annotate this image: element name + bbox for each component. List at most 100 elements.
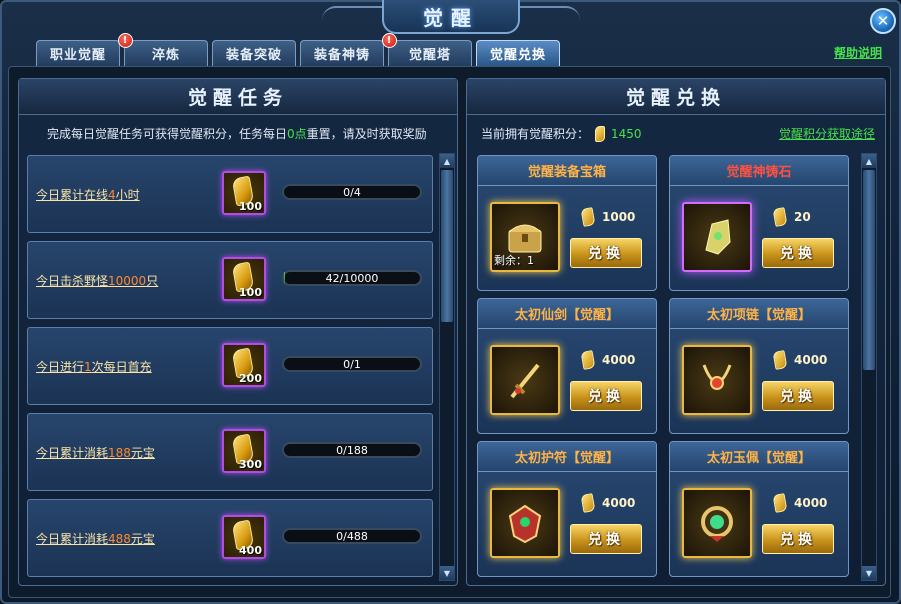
exchange-panel-title: 觉醒兑换 <box>467 79 885 115</box>
progress-bar: 0/4 <box>282 184 422 200</box>
points-source-link[interactable]: 觉醒积分获取途径 <box>779 125 875 142</box>
task-row: 今日击杀野怪10000只 100 42/10000 <box>27 241 433 319</box>
exchange-card: 太初玉佩【觉醒】 4000 兑换 <box>669 441 849 577</box>
exchange-button[interactable]: 兑换 <box>570 524 642 554</box>
task-text: 今日累计消耗 <box>36 446 109 460</box>
progress-bar: 0/1 <box>282 356 422 372</box>
amulet-icon <box>508 504 542 544</box>
item-slot[interactable]: 剩余：1 <box>490 202 560 272</box>
task-link[interactable]: 今日进行1次每日首充 <box>36 358 152 375</box>
help-link[interactable]: 帮助说明 <box>834 44 882 61</box>
task-text: 今日击杀野怪 <box>36 274 109 288</box>
awakening-point-icon <box>772 493 788 513</box>
tab-label: 觉醒塔 <box>408 48 451 63</box>
item-slot[interactable] <box>682 488 752 558</box>
cost-value: 4000 <box>794 353 828 367</box>
task-highlight: 4 <box>108 188 116 202</box>
cost-value: 1000 <box>602 210 636 224</box>
exchange-button[interactable]: 兑换 <box>762 524 834 554</box>
task-text: 今日累计在线 <box>36 188 109 202</box>
points-label: 当前拥有觉醒积分： <box>481 127 590 141</box>
task-text: 只 <box>146 274 159 288</box>
progress-text: 42/10000 <box>325 271 379 285</box>
item-name: 觉醒神铸石 <box>670 156 848 186</box>
task-highlight: 1 <box>84 360 92 374</box>
sword-icon <box>510 363 540 399</box>
progress-bar: 0/488 <box>282 528 422 544</box>
task-link[interactable]: 今日累计消耗488元宝 <box>36 530 155 547</box>
exchange-button[interactable]: 兑换 <box>570 238 642 268</box>
cost-value: 20 <box>794 210 811 224</box>
item-cost: 20 <box>772 207 811 227</box>
exchange-button[interactable]: 兑换 <box>762 238 834 268</box>
item-slot[interactable] <box>490 488 560 558</box>
item-name: 太初护符【觉醒】 <box>478 442 656 472</box>
item-name: 太初玉佩【觉醒】 <box>670 442 848 472</box>
task-link[interactable]: 今日击杀野怪10000只 <box>36 272 158 289</box>
reward-slot[interactable]: 300 <box>222 429 266 473</box>
awakening-point-icon <box>580 493 596 513</box>
progress-text: 0/488 <box>336 529 368 543</box>
alert-badge-icon: ! <box>118 33 133 48</box>
title-ornament-right <box>520 6 580 20</box>
task-row: 今日累计在线4小时 100 0/4 <box>27 155 433 233</box>
scroll-down-icon[interactable]: ▼ <box>862 566 876 580</box>
reward-slot[interactable]: 100 <box>222 171 266 215</box>
tab-label: 淬炼 <box>151 48 180 63</box>
reward-qty: 100 <box>239 286 262 299</box>
awakening-point-icon <box>580 207 596 227</box>
progress-text: 0/4 <box>343 185 361 199</box>
close-button[interactable]: ✕ <box>870 8 896 34</box>
reward-qty: 400 <box>239 544 262 557</box>
cost-value: 4000 <box>602 496 636 510</box>
tab-equip-divine-cast[interactable]: 装备神铸 <box>300 40 384 66</box>
item-slot[interactable] <box>490 345 560 415</box>
tab-awakening-tower[interactable]: ! 觉醒塔 <box>382 33 472 66</box>
item-name: 太初仙剑【觉醒】 <box>478 299 656 329</box>
task-text: 次每日首充 <box>91 360 152 374</box>
scroll-up-icon[interactable]: ▲ <box>862 154 876 168</box>
tab-temper[interactable]: ! 淬炼 <box>118 33 208 66</box>
task-link[interactable]: 今日累计消耗188元宝 <box>36 444 155 461</box>
task-text: 小时 <box>115 188 140 202</box>
item-slot[interactable] <box>682 202 752 272</box>
exchange-button[interactable]: 兑换 <box>570 381 642 411</box>
item-cost: 4000 <box>580 493 636 513</box>
item-cost: 1000 <box>580 207 636 227</box>
tasks-panel: 觉醒任务 完成每日觉醒任务可获得觉醒积分，任务每日0点重置，请及时获取奖励 今日… <box>18 78 458 586</box>
tab-label: 装备突破 <box>225 48 282 63</box>
scroll-down-icon[interactable]: ▼ <box>440 566 454 580</box>
remaining-count: 剩余：1 <box>494 254 534 267</box>
tab-awakening-exchange[interactable]: 觉醒兑换 <box>476 40 560 66</box>
tab-equip-breakthrough[interactable]: 装备突破 <box>212 40 296 66</box>
exchange-scrollbar[interactable]: ▲ ▼ <box>861 153 877 581</box>
tab-label: 觉醒兑换 <box>489 48 546 63</box>
progress-bar: 0/188 <box>282 442 422 458</box>
task-text: 今日进行 <box>36 360 85 374</box>
title-ornament-left <box>322 6 382 20</box>
exchange-card: 太初仙剑【觉醒】 4000 兑换 <box>477 298 657 434</box>
scroll-thumb[interactable] <box>441 170 453 322</box>
reward-slot[interactable]: 100 <box>222 257 266 301</box>
scroll-thumb[interactable] <box>863 170 875 370</box>
tab-bar: 职业觉醒 ! 淬炼 装备突破 装备神铸 ! 觉醒塔 觉醒兑换 <box>36 33 560 66</box>
reward-slot[interactable]: 200 <box>222 343 266 387</box>
task-highlight: 488 <box>108 532 131 546</box>
item-name: 觉醒装备宝箱 <box>478 156 656 186</box>
reward-qty: 300 <box>239 458 262 471</box>
progress-bar: 42/10000 <box>282 270 422 286</box>
tasks-panel-subtitle: 完成每日觉醒任务可获得觉醒积分，任务每日0点重置，请及时获取奖励 <box>47 125 427 142</box>
tasks-scrollbar[interactable]: ▲ ▼ <box>439 153 455 581</box>
jade-pendant-icon <box>701 506 733 542</box>
item-slot[interactable] <box>682 345 752 415</box>
subtitle-highlight: 0点 <box>287 127 307 141</box>
exchange-button[interactable]: 兑换 <box>762 381 834 411</box>
item-cost: 4000 <box>772 493 827 513</box>
scroll-up-icon[interactable]: ▲ <box>440 154 454 168</box>
task-link[interactable]: 今日累计在线4小时 <box>36 186 140 203</box>
task-row: 今日累计消耗188元宝 300 0/188 <box>27 413 433 491</box>
awakening-point-icon <box>580 350 596 370</box>
progress-text: 0/1 <box>343 357 361 371</box>
tab-job-awakening[interactable]: 职业觉醒 <box>36 40 120 66</box>
reward-slot[interactable]: 400 <box>222 515 266 559</box>
